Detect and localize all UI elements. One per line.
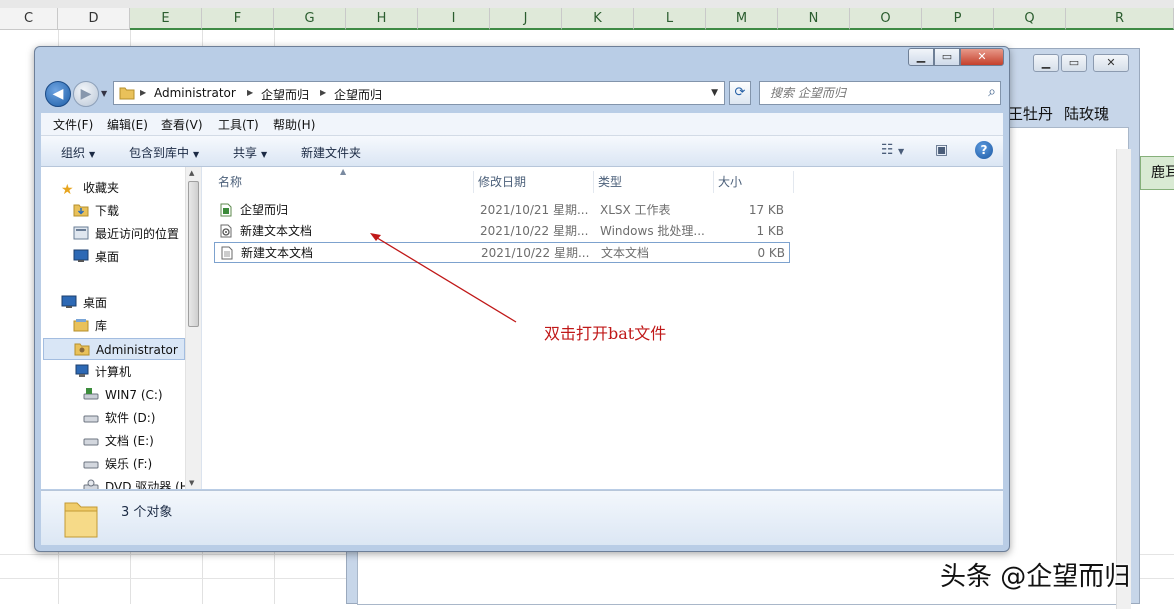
annotation-arrow xyxy=(370,233,517,323)
annotation-text: 双击打开bat文件 xyxy=(544,324,667,343)
watermark: 头条 @企望而归 xyxy=(940,562,1131,592)
